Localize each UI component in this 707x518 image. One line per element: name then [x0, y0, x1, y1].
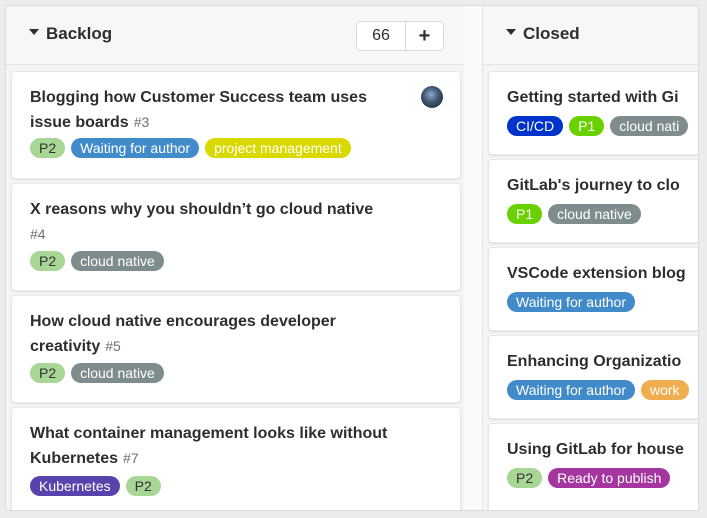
add-issue-button[interactable]: +	[406, 22, 443, 50]
issue-card[interactable]: Blogging how Customer Success team uses …	[11, 71, 461, 179]
card-labels: Kubernetes P2	[30, 476, 161, 496]
card-title[interactable]: VSCode extension blog	[507, 262, 686, 286]
label-p1[interactable]: P1	[569, 116, 605, 136]
card-title[interactable]: Blogging how Customer Success team uses …	[30, 86, 390, 135]
list-closed: Closed Getting started with Gi CI/CD P1 …	[482, 6, 698, 510]
label-cloud-native[interactable]: cloud native	[71, 251, 164, 271]
list-title: Closed	[523, 24, 580, 43]
label-cloud-native[interactable]: cloud native	[548, 204, 641, 224]
card-title-text[interactable]: X reasons why you shouldn’t go cloud nat…	[30, 201, 373, 218]
issue-number: #3	[133, 114, 150, 130]
caret-down-icon[interactable]	[506, 29, 516, 35]
card-labels: CI/CD P1 cloud nati	[507, 116, 689, 136]
issue-board: Backlog 66 + Blogging how Customer Succe…	[5, 5, 699, 511]
issue-card[interactable]: Using GitLab for house P2 Ready to publi…	[488, 423, 698, 510]
issue-count-group: 66 +	[356, 21, 444, 51]
card-labels: P2 cloud native	[30, 251, 164, 271]
card-title-text[interactable]: Blogging how Customer Success team uses …	[30, 89, 367, 131]
list-header-closed: Closed	[483, 6, 698, 65]
label-p1[interactable]: P1	[507, 204, 543, 224]
label-ready-to-publish[interactable]: Ready to publish	[548, 468, 671, 488]
caret-down-icon[interactable]	[29, 29, 39, 35]
label-waiting-for-author[interactable]: Waiting for author	[507, 292, 635, 312]
issue-number: #5	[105, 338, 121, 354]
card-labels: P2 Waiting for author project management	[30, 138, 351, 158]
label-p2[interactable]: P2	[125, 476, 161, 496]
issue-number: #7	[123, 450, 139, 466]
issue-count: 66	[357, 22, 406, 50]
card-labels: Waiting for author	[507, 292, 635, 312]
label-ci-cd[interactable]: CI/CD	[507, 116, 564, 136]
label-p2[interactable]: P2	[30, 363, 66, 383]
issue-card[interactable]: X reasons why you shouldn’t go cloud nat…	[11, 183, 461, 291]
label-project-management[interactable]: project management	[205, 138, 351, 158]
issue-card[interactable]: VSCode extension blog Waiting for author	[488, 247, 698, 331]
card-title[interactable]: GitLab's journey to clo	[507, 174, 680, 198]
issue-card[interactable]: Getting started with Gi CI/CD P1 cloud n…	[488, 71, 698, 155]
list-gutter	[464, 6, 482, 510]
card-labels: Waiting for author work	[507, 380, 689, 400]
label-p2[interactable]: P2	[507, 468, 543, 488]
label-kubernetes[interactable]: Kubernetes	[30, 476, 120, 496]
card-title[interactable]: X reasons why you shouldn’t go cloud nat…	[30, 198, 440, 247]
label-cloud-native[interactable]: cloud nati	[610, 116, 689, 136]
card-title[interactable]: Using GitLab for house	[507, 438, 684, 462]
card-title-text[interactable]: How cloud native encourages developer cr…	[30, 313, 336, 355]
assignee-avatar[interactable]	[421, 86, 443, 108]
issue-card[interactable]: How cloud native encourages developer cr…	[11, 295, 461, 403]
card-labels: P1 cloud native	[507, 204, 641, 224]
label-waiting-for-author[interactable]: Waiting for author	[71, 138, 200, 158]
card-labels: P2 Ready to publish	[507, 468, 671, 488]
card-title[interactable]: Getting started with Gi	[507, 86, 679, 110]
list-title: Backlog	[46, 24, 113, 43]
issue-card[interactable]: What container management looks like wit…	[11, 407, 461, 510]
card-title-text[interactable]: What container management looks like wit…	[30, 425, 387, 467]
card-title[interactable]: Enhancing Organizatio	[507, 350, 681, 374]
card-title[interactable]: What container management looks like wit…	[30, 422, 390, 471]
label-p2[interactable]: P2	[30, 251, 66, 271]
issue-card[interactable]: GitLab's journey to clo P1 cloud native	[488, 159, 698, 243]
list-backlog: Backlog 66 + Blogging how Customer Succe…	[6, 6, 465, 510]
card-labels: P2 cloud native	[30, 363, 164, 383]
label-cloud-native[interactable]: cloud native	[71, 363, 164, 383]
card-title[interactable]: How cloud native encourages developer cr…	[30, 310, 390, 359]
list-header-backlog: Backlog 66 +	[6, 6, 464, 65]
issue-number: #4	[30, 226, 46, 242]
label-waiting-for-author[interactable]: Waiting for author	[507, 380, 635, 400]
label-work[interactable]: work	[640, 380, 689, 400]
label-p2[interactable]: P2	[30, 138, 66, 158]
issue-card[interactable]: Enhancing Organizatio Waiting for author…	[488, 335, 698, 419]
